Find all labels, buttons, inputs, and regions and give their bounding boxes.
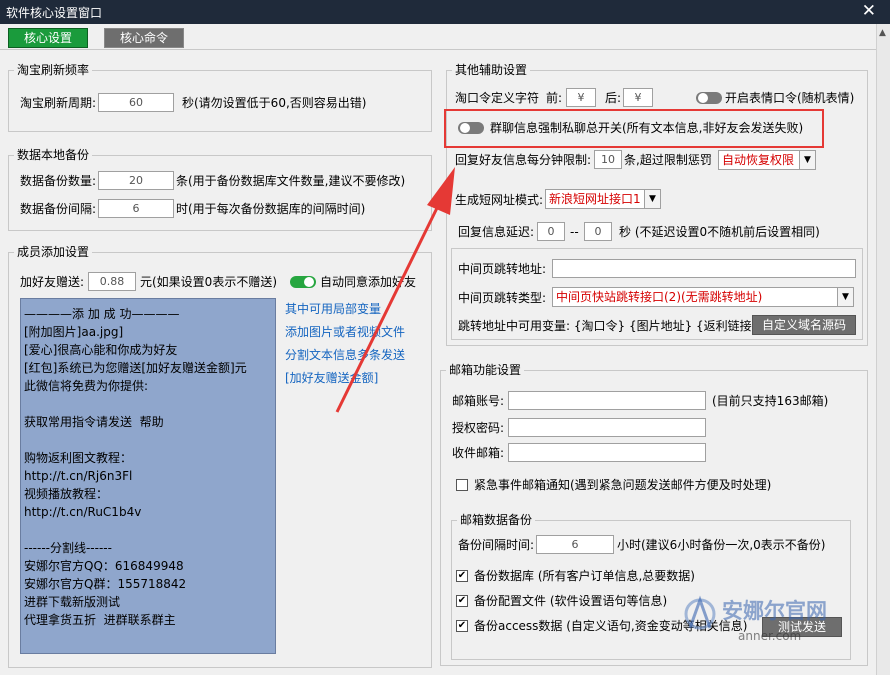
arrow-shaft	[335, 207, 439, 413]
arrow-head	[427, 167, 455, 215]
annotation-arrow	[335, 167, 455, 413]
